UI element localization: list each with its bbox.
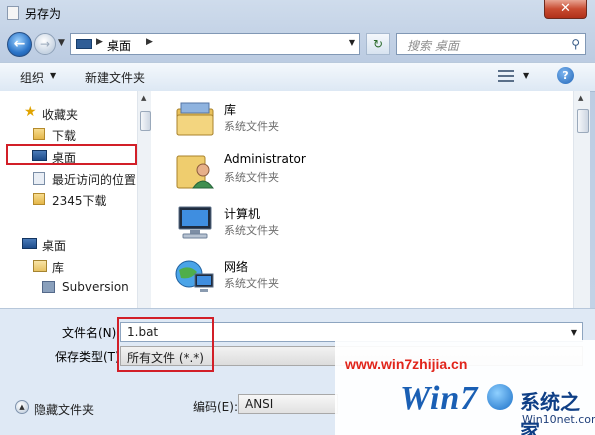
file-type: 系统文件夹 [224, 277, 279, 290]
library-icon [33, 260, 47, 272]
list-item[interactable]: 计算机 系统文件夹 [151, 201, 551, 247]
watermark-site: Win10net.com [522, 413, 595, 426]
organize-button[interactable]: 组织 [20, 69, 44, 86]
file-type: 系统文件夹 [224, 120, 279, 133]
address-crumb[interactable]: 桌面 [107, 37, 131, 54]
folder-icon [33, 128, 45, 140]
filename-label: 文件名(N): [62, 326, 121, 340]
chevron-down-icon[interactable]: ▼ [571, 328, 577, 337]
highlight-box [6, 144, 137, 165]
close-button[interactable]: ✕ [544, 0, 587, 19]
save-as-dialog: 另存为 ✕ ← → ▼ ▶ 桌面 ▶ ▼ ↻ 搜索 桌面 ⚲ 组织 ▼ 新建文件… [0, 0, 595, 435]
view-dropdown-icon[interactable]: ▼ [523, 71, 529, 80]
scroll-up-icon[interactable]: ▲ [578, 94, 583, 102]
chevron-right-icon[interactable]: ▶ [146, 37, 153, 47]
list-item[interactable]: 库 系统文件夹 [151, 97, 551, 143]
scroll-up-icon[interactable]: ▲ [141, 94, 146, 102]
new-folder-button[interactable]: 新建文件夹 [85, 69, 145, 86]
sidebar-item-label: 下载 [52, 129, 77, 143]
recent-places-icon [33, 172, 45, 185]
highlight-box [117, 317, 214, 372]
search-placeholder: 搜索 桌面 [407, 39, 459, 53]
encoding-value: ANSI [245, 397, 274, 411]
watermark-logo: Win7 [400, 380, 479, 417]
search-input[interactable]: 搜索 桌面 ⚲ [396, 33, 586, 55]
navigation-pane: ★ 收藏夹 下载 桌面 最近访问的位置 2345下载 桌面 库 Subversi… [0, 91, 151, 308]
sidebar-item-label: 2345下载 [52, 194, 107, 208]
file-list-scrollbar[interactable]: ▲ [573, 91, 590, 308]
back-button[interactable]: ← [7, 32, 32, 57]
refresh-button[interactable]: ↻ [366, 33, 390, 55]
computer-icon [178, 206, 212, 239]
library-folder-icon [176, 102, 214, 136]
forward-button[interactable]: → [34, 33, 56, 55]
address-bar[interactable]: ▶ 桌面 ▶ ▼ [70, 33, 360, 55]
sidebar-item-label: 库 [52, 261, 65, 275]
address-dropdown-icon[interactable]: ▼ [349, 38, 355, 47]
desktop-icon [22, 238, 37, 249]
watermark-globe-icon [487, 384, 513, 410]
view-options-icon[interactable] [498, 69, 514, 83]
encoding-select[interactable]: ANSI [238, 394, 338, 414]
window-title: 另存为 [25, 7, 62, 21]
star-icon: ★ [24, 104, 37, 120]
file-type: 系统文件夹 [224, 171, 279, 184]
hide-folders-button[interactable]: 隐藏文件夹 [34, 401, 94, 418]
file-name: 网络 [224, 260, 249, 274]
network-icon [175, 260, 214, 292]
hide-folders-icon[interactable]: ▲ [15, 400, 29, 414]
help-icon[interactable]: ? [557, 67, 574, 84]
document-icon [7, 6, 19, 20]
chevron-down-icon[interactable]: ▼ [50, 71, 56, 80]
file-name: 计算机 [224, 207, 261, 221]
file-list: 库 系统文件夹 Administrator 系统文件夹 计算机 系统文件夹 网络… [151, 91, 573, 308]
desktop-icon [76, 39, 92, 49]
scroll-thumb[interactable] [577, 109, 589, 133]
navigation-scrollbar[interactable]: ▲ [137, 91, 152, 308]
title-bar: 另存为 ✕ [0, 0, 595, 26]
file-type: 系统文件夹 [224, 224, 279, 237]
user-folder-icon [176, 155, 214, 189]
sidebar-item-label: 最近访问的位置 [52, 173, 137, 187]
sidebar-item-label: 桌面 [42, 239, 67, 253]
file-name: Administrator [224, 152, 306, 166]
watermark-url: www.win7zhijia.cn [345, 356, 468, 372]
scroll-thumb[interactable] [140, 111, 151, 131]
filetype-label: 保存类型(T): [55, 350, 124, 364]
folder-icon [33, 193, 45, 205]
navigation-bar: ← → ▼ ▶ 桌面 ▶ ▼ ↻ 搜索 桌面 ⚲ [0, 26, 595, 62]
chevron-right-icon[interactable]: ▶ [96, 37, 103, 47]
sidebar-item-label: Subversion [62, 280, 129, 294]
sidebar-item-label: 收藏夹 [42, 108, 79, 122]
file-name: 库 [224, 103, 237, 117]
encoding-label: 编码(E): [193, 400, 238, 414]
command-bar: 组织 ▼ 新建文件夹 ▼ ? [0, 62, 595, 92]
svn-icon [42, 281, 55, 293]
search-icon[interactable]: ⚲ [571, 37, 580, 51]
list-item[interactable]: Administrator 系统文件夹 [151, 148, 551, 194]
list-item[interactable]: 网络 系统文件夹 [151, 254, 551, 300]
watermark-name: 系统之家 [520, 390, 580, 435]
history-dropdown-icon[interactable]: ▼ [58, 38, 65, 48]
